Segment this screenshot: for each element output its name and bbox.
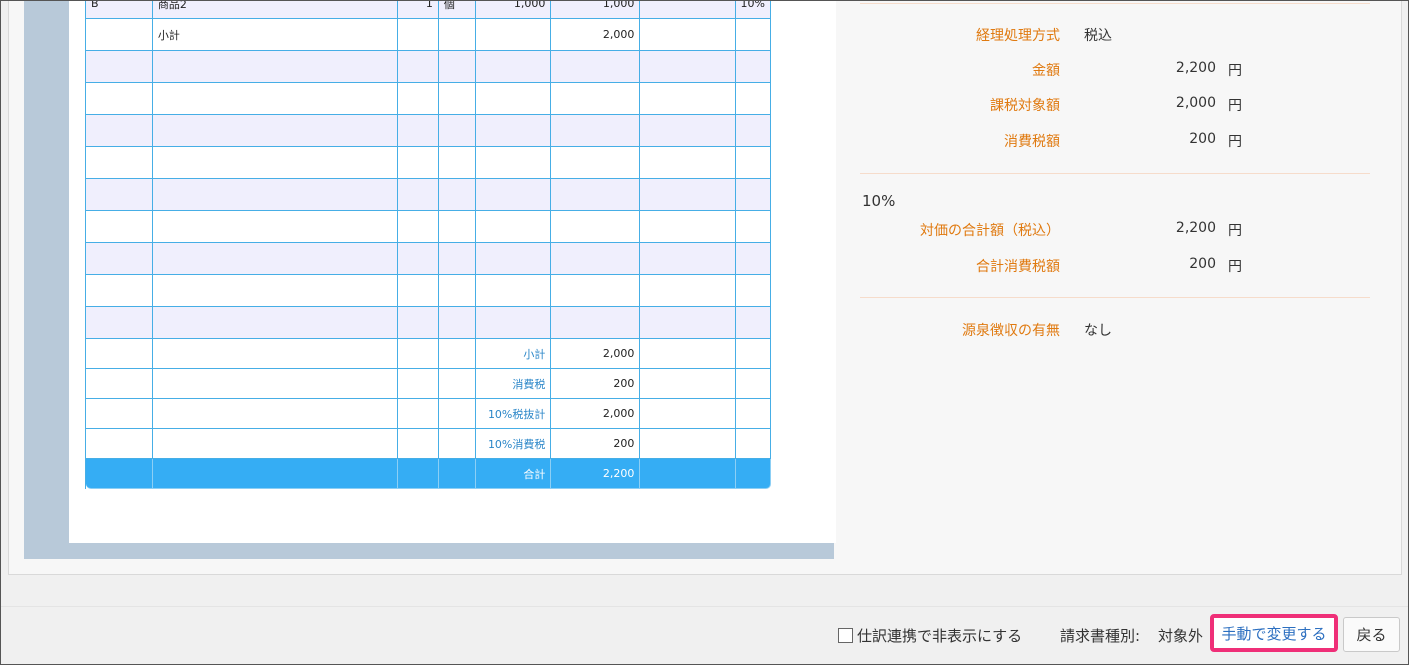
table-row	[86, 243, 771, 275]
total-label: 合計	[475, 459, 552, 489]
taxable-amount-value: 2,000	[1175, 95, 1216, 111]
table-row: B 商品2 1 個 1,000 1,000 10%	[86, 0, 771, 19]
item-note-cell	[640, 0, 736, 19]
total-row: 合計 2,200	[86, 459, 771, 489]
amount-value: 2,200	[1175, 60, 1216, 76]
total-incl-tax-label: 対価の合計額（税込）	[920, 223, 1060, 239]
summary-label: 消費税	[475, 369, 552, 399]
summary-label: 10%消費税	[475, 429, 552, 459]
hide-in-journal-label[interactable]: 仕訳連携で非表示にする	[857, 625, 1022, 646]
invoice-kind-value: 対象外	[1158, 627, 1204, 645]
total-tax-row: 合計消費税額 200 円	[860, 256, 1372, 278]
summary-value: 200	[551, 429, 641, 459]
tax-amount-label: 消費税額	[1004, 134, 1060, 150]
invoice-kind-label: 請求書種別:	[1060, 627, 1141, 645]
taxable-amount-row: 課税対象額 2,000 円	[860, 95, 1372, 117]
taxable-amount-label: 課税対象額	[990, 98, 1060, 114]
summary-label: 小計	[475, 339, 552, 369]
accounting-method-row: 経理処理方式 税込	[860, 25, 1372, 47]
summary-value: 2,000	[551, 399, 641, 429]
divider	[860, 297, 1370, 298]
accounting-method-value: 税込	[1084, 28, 1112, 44]
summary-row: 10%消費税 200	[86, 429, 771, 459]
accounting-method-label: 経理処理方式	[976, 28, 1060, 44]
table-row	[86, 275, 771, 307]
footer-divider	[0, 606, 1409, 607]
summary-row: 小計 2,000	[86, 339, 771, 369]
item-code-cell: B	[86, 0, 153, 19]
subtotal-amount-cell: 2,000	[551, 19, 641, 51]
table-row	[86, 211, 771, 243]
divider	[860, 3, 1370, 4]
total-incl-tax-unit: 円	[1228, 223, 1242, 239]
summary-value: 200	[551, 369, 641, 399]
divider	[860, 173, 1370, 174]
summary-label: 10%税抜計	[475, 399, 552, 429]
back-button[interactable]: 戻る	[1343, 617, 1400, 652]
item-unit-cell: 個	[438, 0, 476, 19]
total-incl-tax-value: 2,200	[1175, 220, 1216, 236]
item-qty-cell: 1	[398, 0, 439, 19]
tax-amount-value: 200	[1189, 131, 1216, 147]
item-amount-cell: 1,000	[551, 0, 641, 19]
item-name-cell: 商品2	[152, 0, 399, 19]
item-price-cell: 1,000	[475, 0, 552, 19]
tax-amount-row: 消費税額 200 円	[860, 131, 1372, 153]
summary-value: 2,000	[551, 339, 641, 369]
tax-amount-unit: 円	[1228, 134, 1242, 150]
total-tax-value: 200	[1189, 256, 1216, 272]
table-row	[86, 83, 771, 115]
total-value: 2,200	[551, 459, 641, 489]
withholding-value: なし	[1084, 323, 1112, 339]
amount-label: 金額	[1032, 63, 1060, 79]
table-row	[86, 147, 771, 179]
tax-rate-section-title: 10%	[862, 192, 896, 210]
total-tax-unit: 円	[1228, 259, 1242, 275]
item-rate-cell: 10%	[735, 0, 771, 19]
withholding-row: 源泉徴収の有無 なし	[860, 320, 1372, 342]
summary-row: 10%税抜計 2,000	[86, 399, 771, 429]
hide-in-journal-checkbox[interactable]: 仕訳連携で非表示にする	[838, 625, 1022, 645]
table-row: 小計 2,000	[86, 19, 771, 51]
table-row	[86, 307, 771, 339]
taxable-amount-unit: 円	[1228, 98, 1242, 114]
withholding-label: 源泉徴収の有無	[962, 323, 1060, 339]
subtotal-label-cell: 小計	[152, 19, 399, 51]
amount-row: 金額 2,200 円	[860, 60, 1372, 82]
total-tax-label: 合計消費税額	[976, 259, 1060, 275]
invoice-items-table: B 商品2 1 個 1,000 1,000 10% 小計 2,000 小計 2,…	[85, 0, 771, 489]
total-incl-tax-row: 対価の合計額（税込） 2,200 円	[860, 220, 1372, 242]
manual-change-button[interactable]: 手動で変更する	[1210, 614, 1338, 652]
amount-unit: 円	[1228, 63, 1242, 79]
table-row	[86, 51, 771, 83]
summary-row: 消費税 200	[86, 369, 771, 399]
table-row	[86, 179, 771, 211]
checkbox-box[interactable]	[838, 627, 853, 643]
table-row	[86, 115, 771, 147]
